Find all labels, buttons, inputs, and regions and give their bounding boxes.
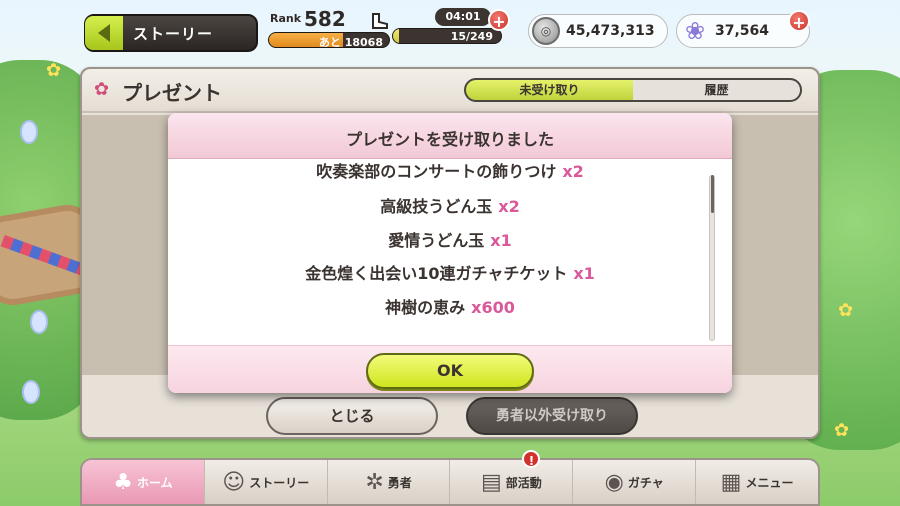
reward-name: 金色煌く出会い10連ガチャチケット [305,264,568,283]
nav-item-hero[interactable]: ✲ 勇者 [328,460,451,504]
bottom-nav: ♣ ホーム ☺ ストーリー ✲ 勇者 ▤ 部活動 ! ◉ ガチャ ▦ メニュー [80,450,820,506]
reward-item: 金色煌く出会い10連ガチャチケット x1 [168,260,732,284]
reward-item: 愛情うどん玉 x1 [168,227,732,251]
gacha-icon: ◉ [604,469,624,495]
background-flower: ✿ [834,420,850,441]
hero-icon: ✲ [365,469,384,495]
reward-name: 愛情うどん玉 [388,231,485,250]
rank-progress-bar: あと 18068 [268,32,390,48]
present-tabs: 未受け取り 履歴 [464,78,802,102]
modal-header: プレゼントを受け取りました [168,113,732,159]
reward-list[interactable]: 吹奏楽部のコンサートの飾りつけ x2 高級技うどん玉 x2 愛情うどん玉 x1 金色煌… [168,159,732,345]
coin-icon: ◎ [532,17,560,45]
reward-qty: x600 [471,298,515,317]
modal-title: プレゼントを受け取りました [345,130,554,149]
tab-unreceived[interactable]: 未受け取り [466,80,633,100]
stamina-progress-bar: 15/249 [392,28,502,44]
reward-name: 吹奏楽部のコンサートの飾りつけ [316,162,557,181]
club-icon: ▤ [480,469,502,495]
ok-button[interactable]: OK [366,353,534,389]
panel-header: ✿ プレゼント 未受け取り 履歴 [82,69,818,113]
stamina-progress-fill [393,29,400,43]
nav-label: メニュー [745,475,794,490]
story-label: ストーリー [133,24,214,43]
stamina-plus-button[interactable]: + [488,9,510,31]
home-icon: ♣ [113,469,133,495]
gem-flower-icon: ❀ [684,17,706,45]
nav-item-menu[interactable]: ▦ メニュー [696,460,818,504]
background-egg [30,310,48,334]
nav-label: ホーム [136,475,173,490]
nav-label: ストーリー [249,475,310,490]
background-flower: ✿ [838,300,854,321]
reward-name: 高級技うどん玉 [380,197,493,216]
story-back-button[interactable]: ストーリー [84,14,258,52]
reward-item: 神樹の恵み x600 [168,294,732,318]
notification-badge: ! [522,450,541,468]
background-egg [22,380,40,404]
rank-value: 582 [304,7,346,31]
stamina-count: 15/249 [450,30,493,43]
receive-modal: プレゼントを受け取りました 吹奏楽部のコンサートの飾りつけ x2 高級技うどん玉 x… [168,113,732,393]
nav-item-gacha[interactable]: ◉ ガチャ [573,460,697,504]
story-icon: ☺ [222,469,246,495]
nav-item-home[interactable]: ♣ ホーム [82,460,205,504]
close-button[interactable]: とじる [266,397,438,435]
rank-next-text: あと 18068 [318,36,383,48]
flower-icon: ✿ [94,79,110,100]
coin-display: ◎ 45,473,313 [528,14,668,48]
reward-qty: x2 [562,162,584,181]
nav-item-story[interactable]: ☺ ストーリー [205,460,328,504]
rank-label: Rank [270,12,302,25]
background-egg [20,120,38,144]
bulk-receive-button[interactable]: 勇者以外受け取り [466,397,638,435]
nav-label: ガチャ [627,475,664,490]
back-arrow-icon [85,16,123,50]
reward-item: 吹奏楽部のコンサートの飾りつけ x2 [168,159,732,182]
stamina-timer: 04:01 [435,8,491,26]
reward-qty: x1 [573,264,595,283]
reward-name: 神樹の恵み [385,298,466,317]
background-flower: ✿ [46,60,62,81]
reward-qty: x1 [490,231,512,250]
gem-value: 37,564 [715,23,770,39]
tab-history[interactable]: 履歴 [633,80,800,100]
stamina-shoe-icon [369,10,391,32]
menu-icon: ▦ [720,469,742,495]
nav-label: 部活動 [505,475,542,490]
coin-value: 45,473,313 [566,23,655,39]
gem-plus-button[interactable]: + [788,10,810,32]
reward-item: 高級技うどん玉 x2 [168,193,732,217]
panel-title: プレゼント [122,81,222,105]
nav-label: 勇者 [387,475,412,490]
scrollbar-thumb[interactable] [711,175,714,213]
nav-item-club[interactable]: ▤ 部活動 ! [450,450,574,504]
reward-qty: x2 [498,197,520,216]
